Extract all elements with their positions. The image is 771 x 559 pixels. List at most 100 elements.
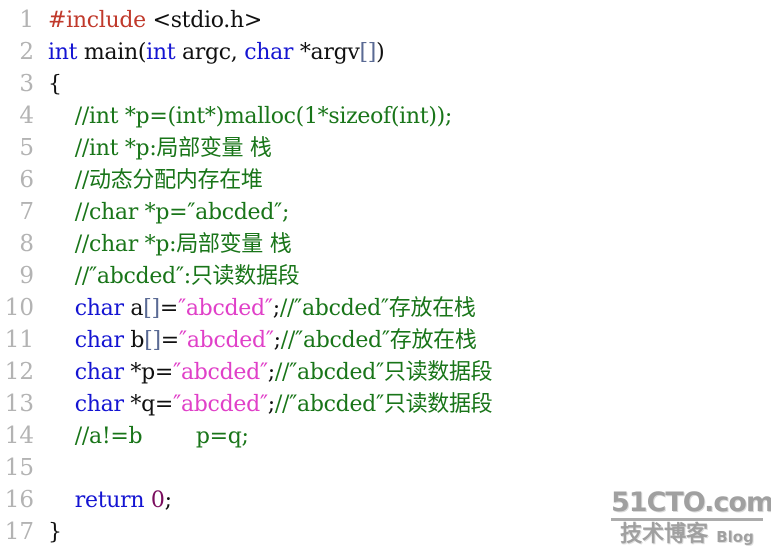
- code-line[interactable]: 14 //a!=b p=q;: [0, 420, 771, 452]
- line-number: 14: [4, 423, 34, 449]
- code-line-text[interactable]: //char *p:局部变量 栈: [34, 229, 771, 261]
- code-line-text[interactable]: char a[]=″abcded″;//″abcded″存放在栈: [34, 293, 771, 325]
- code-line[interactable]: 12 char *p=″abcded″;//″abcded″只读数据段: [0, 356, 771, 388]
- code-token-plain: *argv: [293, 40, 360, 65]
- code-line[interactable]: 1 #include <stdio.h>: [0, 4, 771, 36]
- code-line[interactable]: 11 char b[]=″abcded″;//″abcded″存放在栈: [0, 324, 771, 356]
- code-line[interactable]: 5 //int *p:局部变量 栈: [0, 132, 771, 164]
- line-number: 1: [19, 7, 34, 33]
- line-number: 2: [19, 39, 34, 65]
- code-line-text[interactable]: char *p=″abcded″;//″abcded″只读数据段: [34, 357, 771, 389]
- code-token-comment: //″abcded″只读数据段: [274, 360, 493, 385]
- code-line-text[interactable]: //″abcded″:只读数据段: [34, 261, 771, 293]
- code-token-string: ″abcded″: [178, 328, 274, 353]
- code-token-plain: ;: [272, 296, 280, 321]
- code-line-text[interactable]: int main(int argc, char *argv[]): [34, 37, 771, 69]
- code-token-string: ″abcded″: [173, 360, 268, 385]
- code-token-keyword: char: [74, 296, 124, 321]
- code-token-plain: b: [123, 328, 145, 353]
- code-token-pre: #include: [48, 8, 153, 33]
- code-token-plain: main(: [77, 40, 147, 65]
- code-token-plain: a: [123, 296, 144, 321]
- code-token-comment: //动态分配内存在堆: [48, 168, 263, 193]
- code-line[interactable]: 9 //″abcded″:只读数据段: [0, 260, 771, 292]
- code-line[interactable]: 2 int main(int argc, char *argv[]): [0, 36, 771, 68]
- line-number: 5: [19, 135, 34, 161]
- line-number: 4: [19, 103, 34, 129]
- code-lines-container[interactable]: 1 #include <stdio.h> 2 int main(int argc, c…: [0, 4, 771, 548]
- code-token-plain: {: [48, 72, 62, 97]
- watermark-site: 51CTO.com: [611, 487, 771, 518]
- code-line-text[interactable]: //char *p=″abcded″;: [34, 197, 771, 229]
- line-number: 11: [4, 327, 34, 353]
- code-token-plain: ;: [267, 392, 275, 417]
- code-line[interactable]: 6 //动态分配内存在堆: [0, 164, 771, 196]
- code-token-comment: //″abcded″存放在栈: [279, 296, 476, 321]
- code-token-plain: ;: [267, 360, 275, 385]
- line-number: 17: [4, 519, 34, 545]
- watermark-subtitle-cn: 技术博客: [620, 522, 709, 547]
- code-token-plain: *q=: [123, 392, 174, 417]
- code-line-text[interactable]: #include <stdio.h>: [34, 5, 771, 37]
- code-line-text[interactable]: char b[]=″abcded″;//″abcded″存放在栈: [34, 325, 771, 357]
- watermark-subtitle-en: Blog: [716, 528, 754, 546]
- code-line-text[interactable]: char *q=″abcded″;//″abcded″只读数据段: [34, 389, 771, 421]
- code-token-plain: argc,: [175, 40, 245, 65]
- code-token-comment: //int *p:局部变量 栈: [48, 136, 272, 161]
- code-token-keyword: char: [74, 360, 124, 385]
- code-line-text[interactable]: //a!=b p=q;: [34, 421, 771, 453]
- code-token-plain: }: [48, 520, 62, 545]
- code-token-string: ″abcded″: [173, 392, 268, 417]
- code-line[interactable]: 7 //char *p=″abcded″;: [0, 196, 771, 228]
- line-number: 16: [4, 487, 34, 513]
- code-token-comment: //″abcded″:只读数据段: [48, 264, 300, 289]
- code-token-string: ″abcded″: [177, 296, 273, 321]
- code-line-text[interactable]: //int *p=(int*)malloc(1*sizeof(int));: [34, 101, 771, 133]
- code-token-comment: //int *p=(int*)malloc(1*sizeof(int));: [48, 104, 453, 129]
- code-token-keyword: int: [48, 40, 78, 65]
- watermark: 51CTO.com 技术博客 Blog: [611, 487, 771, 547]
- code-editor: 1 #include <stdio.h> 2 int main(int argc, c…: [0, 0, 771, 559]
- code-line-text[interactable]: //动态分配内存在堆: [34, 165, 771, 197]
- code-token-keyword: char: [244, 40, 294, 65]
- code-token-keyword: char: [74, 328, 124, 353]
- code-token-comment: //char *p:局部变量 栈: [48, 232, 292, 257]
- line-number: 12: [4, 359, 34, 385]
- code-token-plain: ;: [273, 328, 281, 353]
- code-line-text[interactable]: {: [34, 69, 771, 101]
- code-token-comment: //″abcded″只读数据段: [274, 392, 493, 417]
- code-token-plain: ): [376, 40, 385, 65]
- code-token-bracket: []: [143, 296, 160, 321]
- code-token-plain: <stdio.h>: [152, 8, 263, 33]
- line-number: 6: [19, 167, 34, 193]
- line-number: 9: [19, 263, 34, 289]
- code-line-text[interactable]: //int *p:局部变量 栈: [34, 133, 771, 165]
- watermark-subtitle-row: 技术博客 Blog: [611, 523, 763, 547]
- code-line[interactable]: 10 char a[]=″abcded″;//″abcded″存放在栈: [0, 292, 771, 324]
- code-token-comment: //″abcded″存放在栈: [280, 328, 477, 353]
- code-token-comment: //char *p=″abcded″;: [48, 200, 290, 225]
- code-line[interactable]: 4 //int *p=(int*)malloc(1*sizeof(int));: [0, 100, 771, 132]
- code-token-keyword: int: [146, 40, 176, 65]
- watermark-rule: [611, 518, 763, 521]
- code-token-bracket: []: [144, 328, 161, 353]
- code-token-comment: //a!=b p=q;: [48, 424, 249, 449]
- code-line[interactable]: 15: [0, 452, 771, 484]
- code-token-plain: ;: [164, 488, 172, 513]
- line-number: 13: [4, 391, 34, 417]
- line-number: 3: [19, 71, 34, 97]
- code-line[interactable]: 3{: [0, 68, 771, 100]
- code-line[interactable]: 8 //char *p:局部变量 栈: [0, 228, 771, 260]
- code-token-keyword: char: [74, 392, 124, 417]
- line-number: 7: [19, 199, 34, 225]
- code-line[interactable]: 13 char *q=″abcded″;//″abcded″只读数据段: [0, 388, 771, 420]
- code-token-bracket: []: [359, 40, 377, 65]
- line-number: 8: [19, 231, 34, 257]
- line-number: 15: [4, 455, 34, 481]
